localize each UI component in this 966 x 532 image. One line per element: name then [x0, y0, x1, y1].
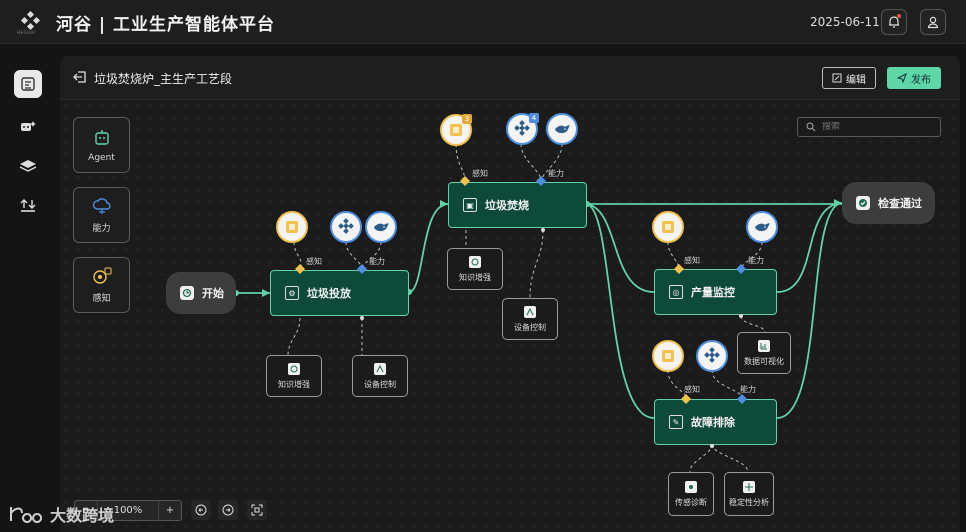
edge-label-perception: 感知 [306, 257, 322, 266]
capability-circle[interactable] [696, 340, 728, 372]
image-sensor-icon [662, 350, 674, 362]
subnode-sensor-diagnosis[interactable]: 传感诊断 [668, 472, 714, 516]
edge-label-capability: 能力 [369, 257, 385, 266]
watermark-logo-icon [10, 507, 43, 523]
sensor-icon [685, 480, 697, 493]
subnode-label: 稳定性分析 [729, 497, 769, 507]
subnode-label: 传感诊断 [675, 497, 707, 507]
device-control-icon [524, 305, 536, 318]
subnode-knowledge[interactable]: 知识增强 [266, 355, 322, 397]
undo-button[interactable] [191, 500, 211, 520]
whale-icon [374, 223, 389, 232]
subnode-device-control[interactable]: 设备控制 [502, 298, 558, 340]
edge-label-perception: 感知 [684, 385, 700, 394]
device-control-icon [374, 362, 386, 375]
capability-circle[interactable] [746, 211, 778, 243]
subnode-label: 设备控制 [514, 322, 546, 332]
edge-label-perception: 感知 [472, 169, 488, 178]
subnode-label: 设备控制 [364, 379, 396, 389]
puzzle-icon [514, 120, 530, 136]
fit-view-button[interactable] [247, 500, 267, 520]
image-sensor-icon [450, 124, 462, 136]
image-sensor-icon [286, 221, 298, 233]
fit-view-icon [251, 504, 263, 516]
capability-circle[interactable] [330, 211, 362, 243]
redo-icon [222, 504, 234, 516]
capability-circle[interactable] [546, 113, 578, 145]
zoom-in-button[interactable]: + [159, 505, 181, 516]
capability-circle[interactable] [365, 211, 397, 243]
subnode-label: 数据可视化 [744, 356, 784, 366]
edge-label-capability: 能力 [740, 385, 756, 394]
stability-icon [743, 480, 755, 493]
edge-label-perception: 感知 [684, 256, 700, 265]
puzzle-icon [338, 218, 354, 234]
subnode-data-visualization[interactable]: 数据可视化 [737, 332, 791, 374]
knowledge-icon [469, 255, 481, 268]
edge-label-capability: 能力 [748, 256, 764, 265]
puzzle-icon [704, 347, 720, 363]
whale-icon [555, 125, 570, 134]
whale-icon [755, 223, 770, 232]
count-badge: 4 [529, 113, 539, 123]
subnode-label: 知识增强 [459, 272, 491, 282]
image-sensor-icon [662, 221, 674, 233]
chart-icon [758, 339, 770, 352]
subnode-stability-analysis[interactable]: 稳定性分析 [724, 472, 774, 516]
watermark-text: 大数跨境 [50, 506, 115, 525]
perception-circle[interactable] [652, 340, 684, 372]
undo-icon [195, 504, 207, 516]
perception-circle[interactable] [276, 211, 308, 243]
knowledge-icon [288, 362, 300, 375]
subnode-knowledge[interactable]: 知识增强 [447, 248, 503, 290]
redo-button[interactable] [218, 500, 238, 520]
subnode-device-control[interactable]: 设备控制 [352, 355, 408, 397]
watermark: 大数跨境 [8, 502, 114, 526]
perception-circle[interactable] [652, 211, 684, 243]
subnode-label: 知识增强 [278, 379, 310, 389]
edge-label-capability: 能力 [548, 169, 564, 178]
count-badge: 3 [462, 114, 472, 124]
